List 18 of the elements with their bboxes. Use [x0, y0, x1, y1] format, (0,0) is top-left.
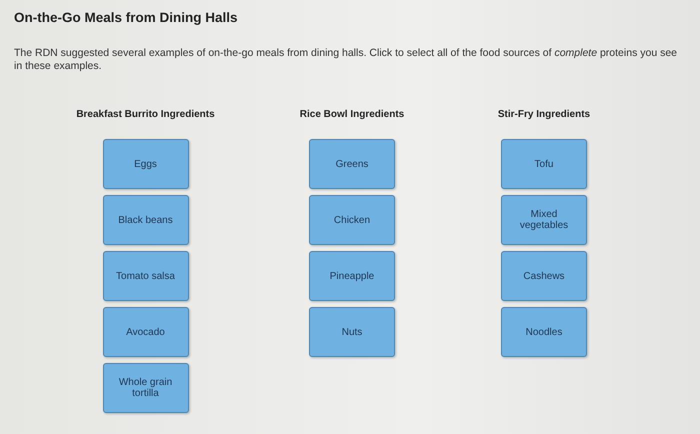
ingredient-button[interactable]: Mixed vegetables — [501, 195, 587, 245]
ingredient-button[interactable]: Greens — [309, 139, 395, 189]
ingredient-button[interactable]: Cashews — [501, 251, 587, 301]
ingredient-button[interactable]: Black beans — [102, 195, 188, 245]
ingredient-button[interactable]: Eggs — [102, 139, 188, 189]
ingredient-button[interactable]: Noodles — [501, 307, 587, 357]
ingredient-button[interactable]: Pineapple — [309, 251, 395, 301]
column-heading: Stir-Fry Ingredients — [498, 109, 590, 120]
ingredient-button[interactable]: Chicken — [309, 195, 395, 245]
ingredient-button[interactable]: Tofu — [501, 139, 587, 189]
column-heading: Breakfast Burrito Ingredients — [76, 109, 215, 120]
page-title: On-the-Go Meals from Dining Halls — [14, 10, 239, 25]
ingredient-button[interactable]: Tomato salsa — [102, 251, 188, 301]
ingredient-button[interactable]: Whole grain tortilla — [102, 363, 188, 413]
ingredient-button[interactable]: Avocado — [102, 307, 188, 357]
column-heading: Rice Bowl Ingredients — [300, 109, 404, 120]
instructions-text: The RDN suggested several examples of on-the-go meals from dining halls. Click to select all of the food sources of complete proteins you see in these examples. — [14, 47, 678, 73]
ingredient-button[interactable]: Nuts — [309, 307, 395, 357]
